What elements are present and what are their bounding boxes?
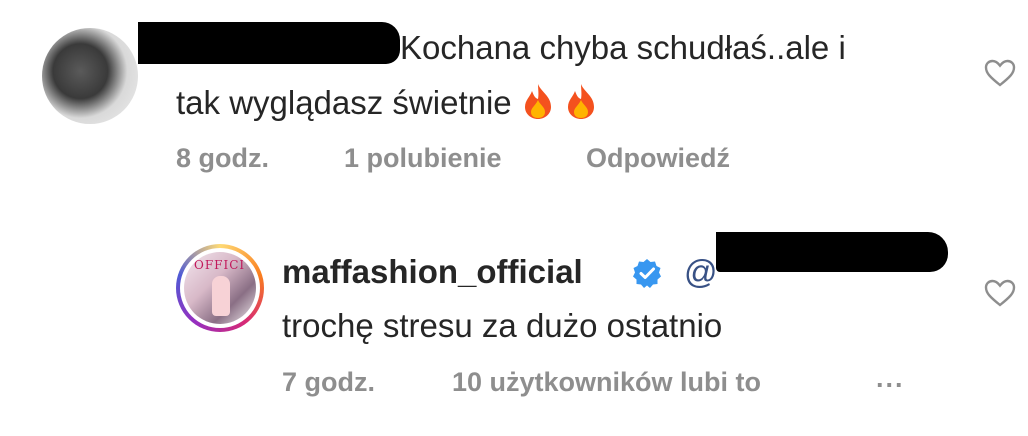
redacted-username bbox=[138, 22, 400, 64]
commenter-avatar[interactable] bbox=[42, 28, 138, 124]
reply-timestamp: 7 godz. bbox=[282, 367, 375, 397]
more-options-button[interactable]: ... bbox=[876, 362, 905, 394]
comment-text-line-2: tak wyglądasz świetnie bbox=[176, 82, 598, 129]
avatar-ring-inner: OFFICI bbox=[180, 248, 260, 328]
avatar-magazine-title: OFFICI bbox=[194, 258, 246, 272]
reply-likes-link[interactable]: 10 użytkowników lubi to bbox=[452, 366, 761, 398]
redacted-mention bbox=[716, 232, 948, 272]
fire-icon bbox=[564, 82, 598, 129]
fire-icon bbox=[521, 82, 555, 129]
comment-timestamp: 8 godz. bbox=[176, 143, 269, 173]
comment-item: Kochana chyba schudłaś..ale i tak wygląd… bbox=[0, 0, 1028, 210]
reply-button[interactable]: Odpowiedź bbox=[586, 142, 730, 174]
likes-count-link[interactable]: 1 polubienie bbox=[344, 142, 502, 174]
replier-avatar[interactable]: OFFICI bbox=[176, 244, 264, 332]
reply-text: trochę stresu za dużo ostatnio bbox=[282, 307, 723, 344]
like-heart-icon[interactable] bbox=[984, 58, 1016, 88]
mention-link[interactable]: @ bbox=[684, 252, 718, 292]
comment-text-line-1: Kochana chyba schudłaś..ale i bbox=[400, 29, 846, 66]
verified-badge-icon bbox=[632, 258, 662, 288]
avatar-figure bbox=[212, 276, 230, 316]
avatar-photo: OFFICI bbox=[184, 252, 256, 324]
reply-username[interactable]: maffashion_official bbox=[282, 252, 583, 292]
comment-text: tak wyglądasz świetnie bbox=[176, 84, 512, 122]
like-heart-icon[interactable] bbox=[984, 278, 1016, 308]
